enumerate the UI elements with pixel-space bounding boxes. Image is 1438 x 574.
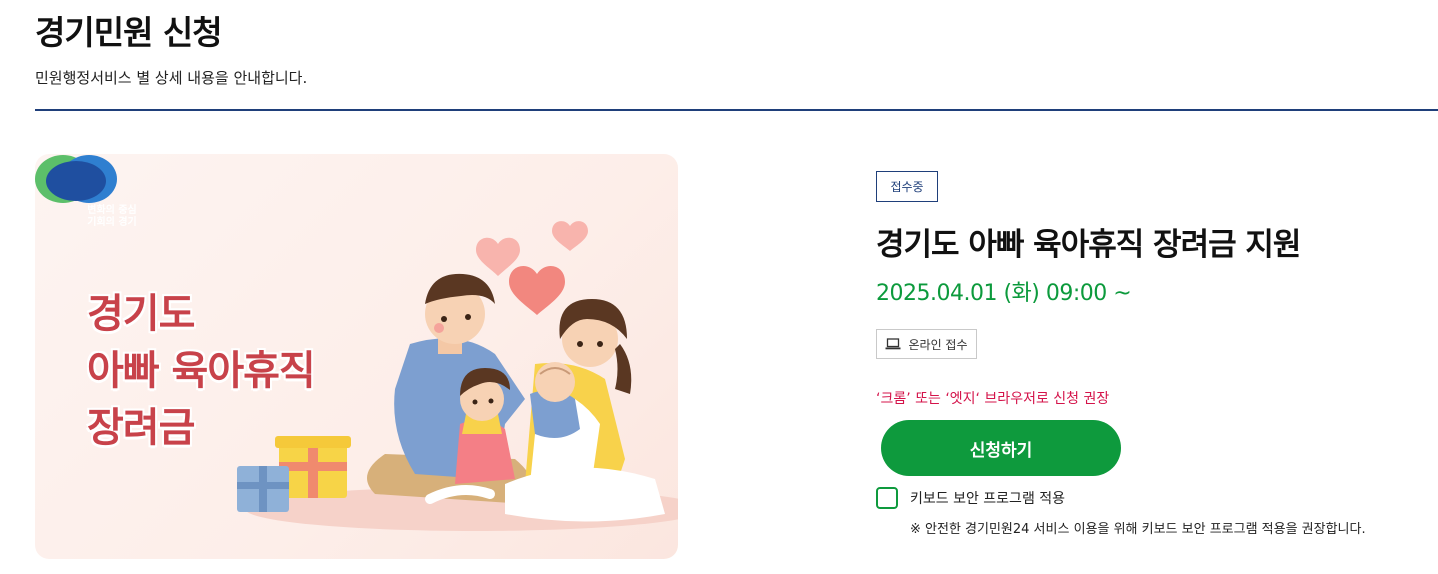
service-banner-image: 변화의 중심 기회의 경기 경기도 아빠 육아휴직 장려금	[35, 154, 678, 559]
apply-button[interactable]: 신청하기	[881, 420, 1121, 476]
header-divider	[35, 109, 1438, 111]
online-channel-badge: 온라인 접수	[876, 329, 977, 359]
keyboard-security-label[interactable]: 키보드 보안 프로그램 적용	[910, 488, 1065, 508]
online-channel-label: 온라인 접수	[908, 337, 968, 352]
service-title: 경기도 아빠 육아휴직 장려금 지원	[876, 227, 1301, 263]
logo-text-line-2: 기회의 경기	[87, 217, 137, 228]
banner-title-line-2: 아빠 육아휴직	[87, 348, 316, 394]
gyeonggi-logo	[35, 155, 117, 203]
page-description: 민원행정서비스 별 상세 내용을 안내합니다.	[35, 69, 308, 87]
page-title: 경기민원 신청	[35, 13, 223, 52]
service-date: 2025.04.01 (화) 09:00 ~	[876, 281, 1132, 306]
banner-title-line-1: 경기도	[87, 291, 195, 337]
banner-title-line-3: 장려금	[87, 405, 195, 451]
logo-text: 변화의 중심 기회의 경기	[71, 205, 153, 229]
browser-recommendation: ‘크롬’ 또는 ‘엣지‘ 브라우저로 신청 권장	[876, 391, 1110, 407]
banner-title: 경기도 아빠 육아휴직 장려금	[87, 286, 316, 457]
keyboard-security-note: ※ 안전한 경기민원24 서비스 이용을 위해 키보드 보안 프로그램 적용을 …	[910, 522, 1366, 537]
keyboard-security-checkbox[interactable]	[876, 487, 898, 509]
keyboard-security-option: 키보드 보안 프로그램 적용	[876, 487, 1065, 509]
laptop-icon	[885, 338, 901, 350]
status-badge: 접수중	[876, 171, 938, 202]
logo-text-line-1: 변화의 중심	[87, 205, 137, 216]
